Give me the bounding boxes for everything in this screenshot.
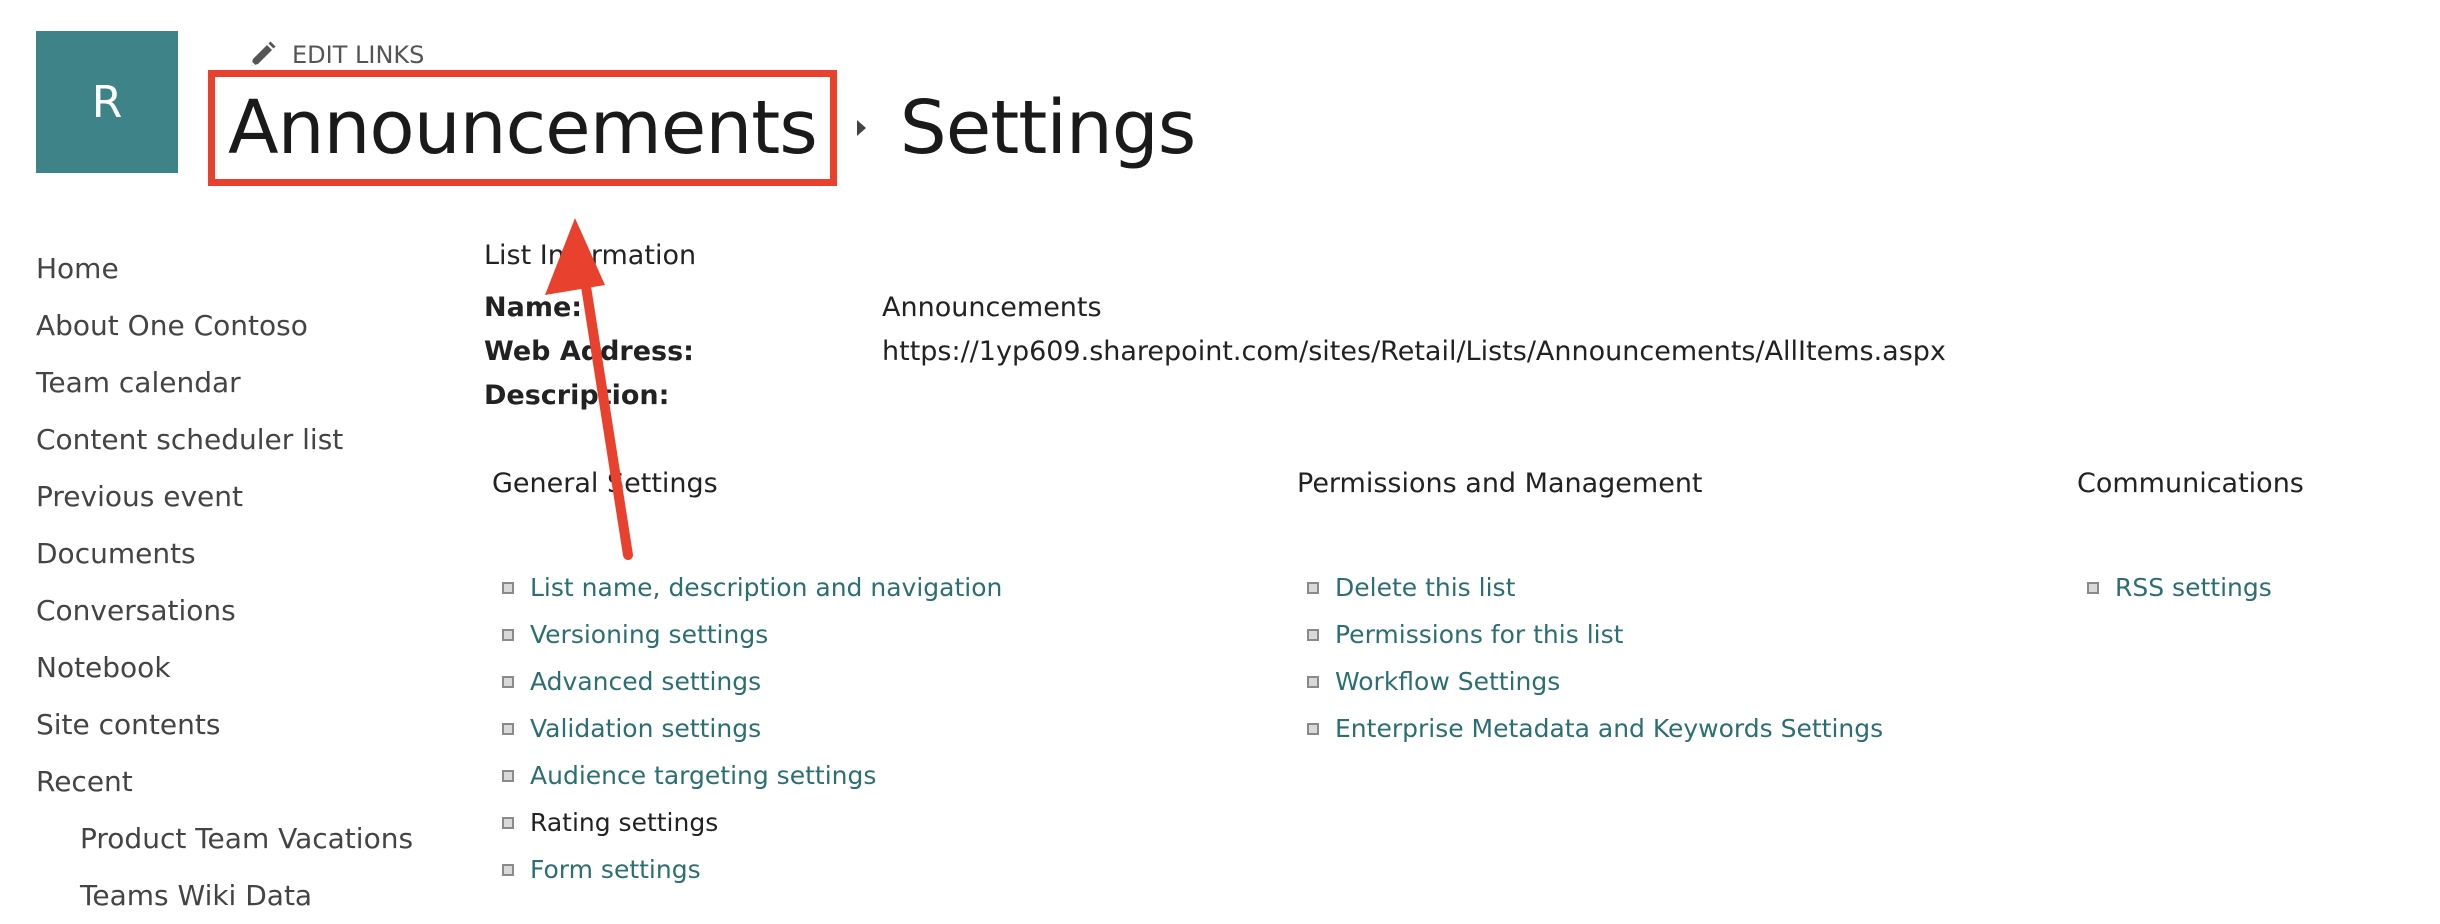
general-settings-heading: General Settings: [492, 468, 718, 499]
square-bullet-icon: [502, 769, 514, 782]
list-item: Enterprise Metadata and Keywords Setting…: [1297, 705, 1883, 752]
list-item: Advanced settings: [492, 658, 1002, 705]
list-item: Rating settings: [492, 799, 1002, 846]
square-bullet-icon: [1307, 722, 1319, 735]
enterprise-metadata-keywords-link[interactable]: Enterprise Metadata and Keywords Setting…: [1335, 714, 1883, 743]
nav-item-conversations[interactable]: Conversations: [36, 582, 436, 639]
info-row-name: Name: Announcements: [484, 285, 2184, 329]
general-settings-section: General Settings List name, description …: [492, 468, 1002, 909]
advanced-settings-link[interactable]: Advanced settings: [530, 667, 761, 696]
info-row-web-address: Web Address: https://1yp609.sharepoint.c…: [484, 329, 2184, 373]
list-item: Audience targeting settings: [492, 752, 1002, 799]
nav-item-content-scheduler-list[interactable]: Content scheduler list: [36, 411, 436, 468]
list-name-description-navigation-link[interactable]: List name, description and navigation: [530, 573, 1002, 602]
general-settings-links: List name, description and navigation Ve…: [492, 564, 1002, 893]
name-label: Name:: [484, 291, 583, 323]
breadcrumb-list-link[interactable]: Announcements: [208, 70, 837, 186]
rss-settings-link[interactable]: RSS settings: [2115, 573, 2272, 602]
nav-item-notebook[interactable]: Notebook: [36, 639, 436, 696]
square-bullet-icon: [502, 722, 514, 735]
list-information-table: Name: Announcements Web Address: https:/…: [484, 285, 2184, 417]
list-item: List name, description and navigation: [492, 564, 1002, 611]
audience-targeting-settings-link[interactable]: Audience targeting settings: [530, 761, 876, 790]
name-value: Announcements: [882, 291, 1102, 323]
square-bullet-icon: [502, 581, 514, 594]
nav-item-site-contents[interactable]: Site contents: [36, 696, 436, 753]
page-title: Settings: [899, 85, 1197, 171]
communications-links: RSS settings: [2077, 564, 2304, 611]
permissions-management-links: Delete this list Permissions for this li…: [1297, 564, 1883, 752]
description-label: Description:: [484, 379, 670, 411]
list-item: Form settings: [492, 846, 1002, 893]
versioning-settings-link[interactable]: Versioning settings: [530, 620, 768, 649]
edit-links-button[interactable]: EDIT LINKS: [246, 38, 424, 72]
nav-item-home[interactable]: Home: [36, 240, 436, 297]
communications-section: Communications RSS settings: [2077, 468, 2304, 627]
nav-item-team-calendar[interactable]: Team calendar: [36, 354, 436, 411]
square-bullet-icon: [502, 863, 514, 876]
communications-heading: Communications: [2077, 468, 2304, 499]
list-item: Workflow Settings: [1297, 658, 1883, 705]
square-bullet-icon: [502, 675, 514, 688]
quick-launch-nav: Home About One Contoso Team calendar Con…: [36, 240, 436, 924]
web-address-value: https://1yp609.sharepoint.com/sites/Reta…: [882, 335, 1946, 367]
nav-item-previous-event[interactable]: Previous event: [36, 468, 436, 525]
nav-heading-recent[interactable]: Recent: [36, 753, 436, 810]
list-item: Permissions for this list: [1297, 611, 1883, 658]
workflow-settings-link[interactable]: Workflow Settings: [1335, 667, 1560, 696]
caret-right-icon: [856, 120, 866, 136]
square-bullet-icon: [502, 816, 514, 829]
delete-this-list-link[interactable]: Delete this list: [1335, 573, 1515, 602]
info-row-description: Description:: [484, 373, 2184, 417]
square-bullet-icon: [1307, 628, 1319, 641]
list-item: RSS settings: [2077, 564, 2304, 611]
nav-item-teams-wiki-data[interactable]: Teams Wiki Data: [36, 867, 436, 924]
list-information-heading: List Information: [484, 240, 697, 271]
square-bullet-icon: [1307, 675, 1319, 688]
pencil-icon: [246, 39, 278, 71]
site-logo[interactable]: R: [36, 31, 178, 173]
square-bullet-icon: [1307, 581, 1319, 594]
form-settings-link[interactable]: Form settings: [530, 855, 701, 884]
nav-item-product-team-vacations[interactable]: Product Team Vacations: [36, 810, 436, 867]
list-item: Delete this list: [1297, 564, 1883, 611]
square-bullet-icon: [2087, 581, 2099, 594]
list-item: Validation settings: [492, 705, 1002, 752]
edit-links-label: EDIT LINKS: [292, 41, 425, 69]
validation-settings-link[interactable]: Validation settings: [530, 714, 761, 743]
nav-item-documents[interactable]: Documents: [36, 525, 436, 582]
list-item: Versioning settings: [492, 611, 1002, 658]
web-address-label: Web Address:: [484, 335, 694, 367]
permissions-management-heading: Permissions and Management: [1297, 468, 1703, 499]
permissions-management-section: Permissions and Management Delete this l…: [1297, 468, 1883, 768]
site-logo-letter: R: [91, 76, 123, 128]
square-bullet-icon: [502, 628, 514, 641]
nav-item-about-one-contoso[interactable]: About One Contoso: [36, 297, 436, 354]
permissions-for-this-list-link[interactable]: Permissions for this list: [1335, 620, 1623, 649]
rating-settings-link[interactable]: Rating settings: [530, 808, 718, 837]
breadcrumb: Announcements Settings: [208, 68, 1197, 188]
